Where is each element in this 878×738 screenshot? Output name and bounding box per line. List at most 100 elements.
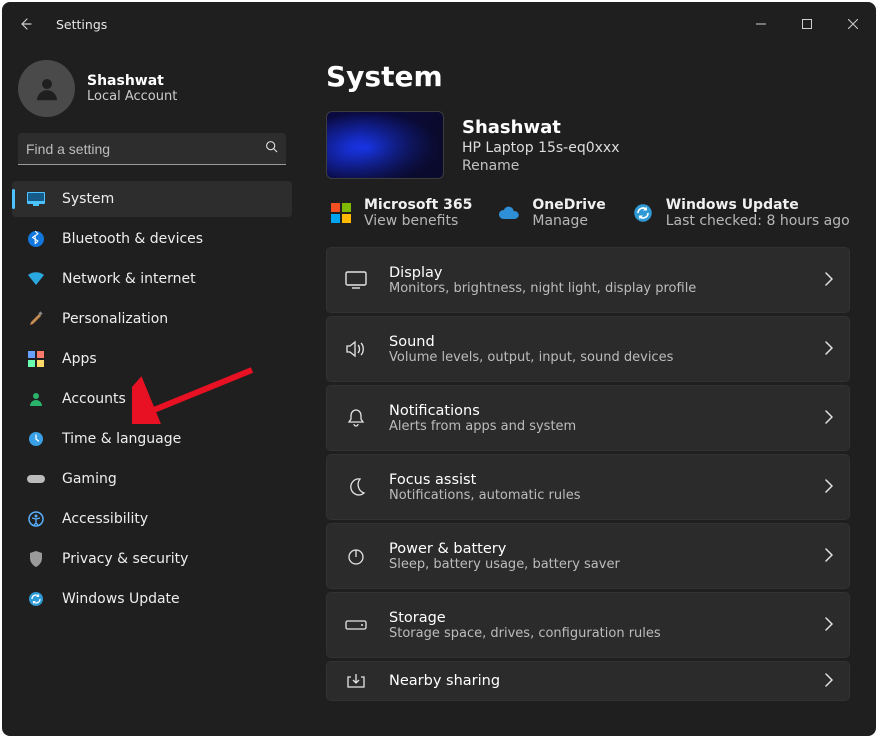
sidebar-item-gaming[interactable]: Gaming: [12, 461, 292, 497]
close-icon: [848, 19, 858, 29]
sidebar-item-label: Network & internet: [62, 271, 196, 287]
close-button[interactable]: [830, 8, 876, 40]
sidebar-item-privacy-security[interactable]: Privacy & security: [12, 541, 292, 577]
option-display[interactable]: Display Monitors, brightness, night ligh…: [326, 247, 850, 313]
device-name: Shashwat: [462, 117, 620, 138]
user-name: Shashwat: [87, 73, 177, 89]
option-notifications[interactable]: Notifications Alerts from apps and syste…: [326, 385, 850, 451]
option-nearby-sharing[interactable]: Nearby sharing: [326, 661, 850, 701]
quicklink-title: OneDrive: [532, 197, 605, 213]
minimize-button[interactable]: [738, 8, 784, 40]
chevron-right-icon: [825, 672, 833, 691]
display-icon: [343, 267, 369, 293]
gamepad-icon: [26, 469, 46, 489]
minimize-icon: [756, 19, 766, 29]
quicklink-title: Microsoft 365: [364, 197, 472, 213]
quicklink-sub: Last checked: 8 hours ago: [666, 213, 850, 229]
wifi-icon: [26, 269, 46, 289]
option-title: Focus assist: [389, 472, 805, 488]
sidebar-item-personalization[interactable]: Personalization: [12, 301, 292, 337]
paintbrush-icon: [26, 309, 46, 329]
bell-icon: [343, 405, 369, 431]
rename-link[interactable]: Rename: [462, 158, 620, 174]
clock-icon: [26, 429, 46, 449]
back-button[interactable]: [10, 8, 42, 40]
chevron-right-icon: [825, 478, 833, 497]
update-icon: [26, 589, 46, 609]
content: Shashwat Local Account System Bluetooth …: [2, 46, 876, 736]
option-sub: Alerts from apps and system: [389, 419, 805, 434]
sidebar-item-label: Personalization: [62, 311, 168, 327]
sidebar-item-label: Accessibility: [62, 511, 148, 527]
option-title: Sound: [389, 334, 805, 350]
option-power-battery[interactable]: Power & battery Sleep, battery usage, ba…: [326, 523, 850, 589]
option-title: Power & battery: [389, 541, 805, 557]
maximize-button[interactable]: [784, 8, 830, 40]
device-wallpaper: [326, 111, 444, 179]
chevron-right-icon: [825, 340, 833, 359]
sidebar-item-system[interactable]: System: [12, 181, 292, 217]
sidebar-item-windows-update[interactable]: Windows Update: [12, 581, 292, 617]
onedrive-icon: [496, 200, 522, 226]
quicklink-sub[interactable]: View benefits: [364, 213, 472, 229]
option-title: Display: [389, 265, 805, 281]
sidebar-item-apps[interactable]: Apps: [12, 341, 292, 377]
apps-icon: [26, 349, 46, 369]
quicklink-onedrive[interactable]: OneDrive Manage: [496, 197, 605, 229]
sidebar-item-accounts[interactable]: Accounts: [12, 381, 292, 417]
settings-window: Settings Shashwat Local Account: [2, 2, 876, 736]
sidebar-item-time-language[interactable]: Time & language: [12, 421, 292, 457]
drive-icon: [343, 612, 369, 638]
sidebar: Shashwat Local Account System Bluetooth …: [2, 46, 302, 736]
device-model: HP Laptop 15s-eq0xxx: [462, 140, 620, 156]
bluetooth-icon: [26, 229, 46, 249]
sidebar-item-label: Windows Update: [62, 591, 180, 607]
option-sub: Notifications, automatic rules: [389, 488, 805, 503]
shield-icon: [26, 549, 46, 569]
sidebar-item-accessibility[interactable]: Accessibility: [12, 501, 292, 537]
sidebar-item-label: Accounts: [62, 391, 126, 407]
moon-icon: [343, 474, 369, 500]
update-icon: [630, 200, 656, 226]
nav: System Bluetooth & devices Network & int…: [10, 181, 294, 617]
quicklink-update[interactable]: Windows Update Last checked: 8 hours ago: [630, 197, 850, 229]
sidebar-item-label: System: [62, 191, 114, 207]
sidebar-item-bluetooth[interactable]: Bluetooth & devices: [12, 221, 292, 257]
main-panel: System Shashwat HP Laptop 15s-eq0xxx Ren…: [302, 46, 876, 736]
sidebar-item-label: Bluetooth & devices: [62, 231, 203, 247]
page-title: System: [326, 60, 850, 93]
option-sound[interactable]: Sound Volume levels, output, input, soun…: [326, 316, 850, 382]
accessibility-icon: [26, 509, 46, 529]
window-title: Settings: [56, 17, 107, 32]
options-list: Display Monitors, brightness, night ligh…: [326, 247, 850, 701]
sidebar-item-network[interactable]: Network & internet: [12, 261, 292, 297]
monitor-icon: [26, 189, 46, 209]
maximize-icon: [802, 19, 812, 29]
sidebar-item-label: Time & language: [62, 431, 181, 447]
person-icon: [26, 389, 46, 409]
sidebar-item-label: Gaming: [62, 471, 117, 487]
option-storage[interactable]: Storage Storage space, drives, configura…: [326, 592, 850, 658]
option-focus-assist[interactable]: Focus assist Notifications, automatic ru…: [326, 454, 850, 520]
user-labels: Shashwat Local Account: [87, 73, 177, 104]
option-sub: Volume levels, output, input, sound devi…: [389, 350, 805, 365]
arrow-left-icon: [18, 16, 34, 32]
option-title: Storage: [389, 610, 805, 626]
option-sub: Sleep, battery usage, battery saver: [389, 557, 805, 572]
chevron-right-icon: [825, 409, 833, 428]
search-field[interactable]: [18, 133, 286, 165]
window-controls: [738, 8, 876, 40]
user-card[interactable]: Shashwat Local Account: [18, 60, 286, 117]
avatar: [18, 60, 75, 117]
quicklink-sub[interactable]: Manage: [532, 213, 605, 229]
search-input[interactable]: [26, 141, 265, 157]
user-account-type: Local Account: [87, 89, 177, 104]
chevron-right-icon: [825, 616, 833, 635]
m365-icon: [328, 200, 354, 226]
option-sub: Monitors, brightness, night light, displ…: [389, 281, 805, 296]
quicklink-m365[interactable]: Microsoft 365 View benefits: [328, 197, 472, 229]
search-icon: [265, 140, 278, 157]
share-icon: [343, 668, 369, 694]
sidebar-item-label: Privacy & security: [62, 551, 188, 567]
sound-icon: [343, 336, 369, 362]
